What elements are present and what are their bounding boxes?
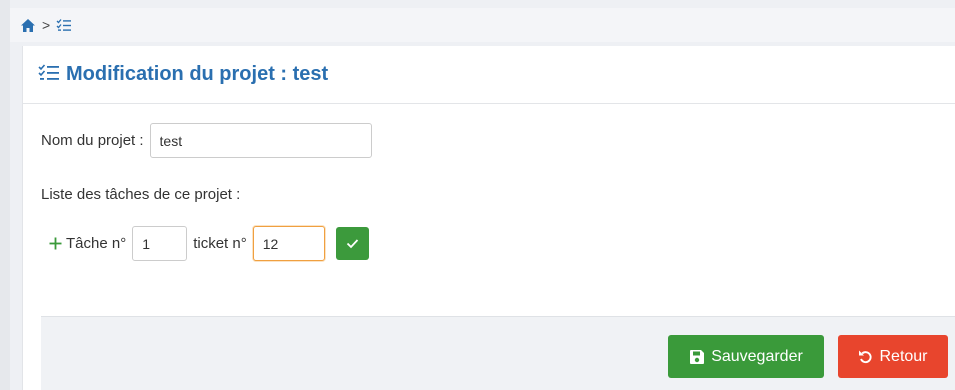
home-icon[interactable] (20, 18, 36, 33)
project-edit-card: Modification du projet : test Nom du pro… (22, 46, 955, 390)
project-name-input[interactable] (149, 123, 372, 158)
form-footer: Sauvegarder Retour (41, 316, 955, 390)
plus-icon[interactable] (49, 237, 62, 250)
breadcrumb-separator: > (42, 17, 51, 33)
check-icon (346, 238, 359, 249)
back-label: Retour (879, 347, 928, 365)
project-name-row: Nom du projet : (41, 123, 372, 158)
breadcrumb: > (10, 8, 955, 42)
page-title: Modification du projet : test (66, 63, 329, 85)
task-list-icon[interactable] (56, 18, 72, 32)
undo-icon (858, 349, 873, 364)
task-number-label: Tâche n° (66, 235, 127, 252)
task-number-input[interactable] (132, 226, 188, 261)
task-list-icon (38, 63, 60, 86)
task-row: Tâche n° ticket n° (49, 226, 369, 261)
save-button[interactable]: Sauvegarder (668, 335, 824, 378)
tasks-label: Liste des tâches de ce projet : (41, 186, 241, 203)
save-label: Sauvegarder (711, 347, 803, 365)
confirm-task-button[interactable] (335, 227, 369, 260)
tasks-section-label-row: Liste des tâches de ce projet : (41, 186, 240, 203)
project-name-label: Nom du projet : (41, 132, 144, 149)
ticket-number-label: ticket n° (193, 235, 247, 252)
floppy-disk-icon (689, 349, 705, 365)
ticket-number-input[interactable] (252, 226, 325, 261)
left-rail (0, 0, 10, 390)
back-button[interactable]: Retour (838, 335, 948, 378)
card-header: Modification du projet : test (23, 46, 955, 104)
